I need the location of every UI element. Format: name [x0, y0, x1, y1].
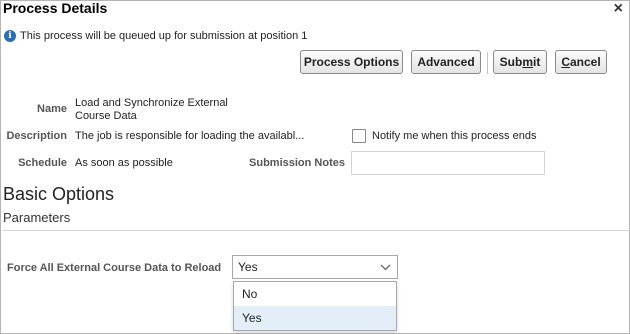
submission-notes-input[interactable] [351, 151, 545, 175]
close-icon[interactable]: × [614, 0, 623, 18]
force-reload-select[interactable]: Yes [232, 255, 398, 279]
force-reload-selected-value: Yes [238, 260, 258, 274]
notify-checkbox[interactable] [352, 129, 366, 143]
process-details-dialog: Process Details × i This process will be… [0, 0, 630, 334]
submit-button[interactable]: Sub m it [493, 50, 547, 74]
name-value-line2: Course Data [75, 110, 137, 122]
parameters-heading: Parameters [3, 210, 71, 225]
info-message: i This process will be queued up for sub… [4, 30, 307, 42]
submission-notes-label: Submission Notes [249, 157, 345, 169]
description-label: Description [6, 130, 67, 142]
advanced-button[interactable]: Advanced [411, 50, 481, 74]
dropdown-option-yes[interactable]: Yes [234, 306, 396, 330]
button-separator [487, 52, 488, 74]
name-value-line1: Load and Synchronize External [75, 97, 228, 109]
info-icon: i [4, 30, 16, 42]
section-divider [2, 230, 630, 231]
dialog-title: Process Details [3, 0, 108, 16]
force-reload-dropdown-list: No Yes [233, 281, 397, 331]
cancel-button[interactable]: Cancel [555, 50, 607, 74]
process-options-button[interactable]: Process Options [300, 50, 403, 74]
basic-options-heading: Basic Options [3, 184, 115, 204]
info-text: This process will be queued up for submi… [20, 30, 308, 42]
dropdown-option-no[interactable]: No [234, 282, 396, 306]
force-reload-label: Force All External Course Data to Reload [7, 262, 222, 274]
name-label: Name [37, 103, 67, 115]
notify-label: Notify me when this process ends [372, 130, 537, 142]
description-value: The job is responsible for loading the a… [75, 130, 305, 142]
name-value: Load and Synchronize External Course Dat… [75, 97, 228, 123]
schedule-value: As soon as possible [75, 157, 173, 169]
schedule-label: Schedule [18, 157, 67, 169]
